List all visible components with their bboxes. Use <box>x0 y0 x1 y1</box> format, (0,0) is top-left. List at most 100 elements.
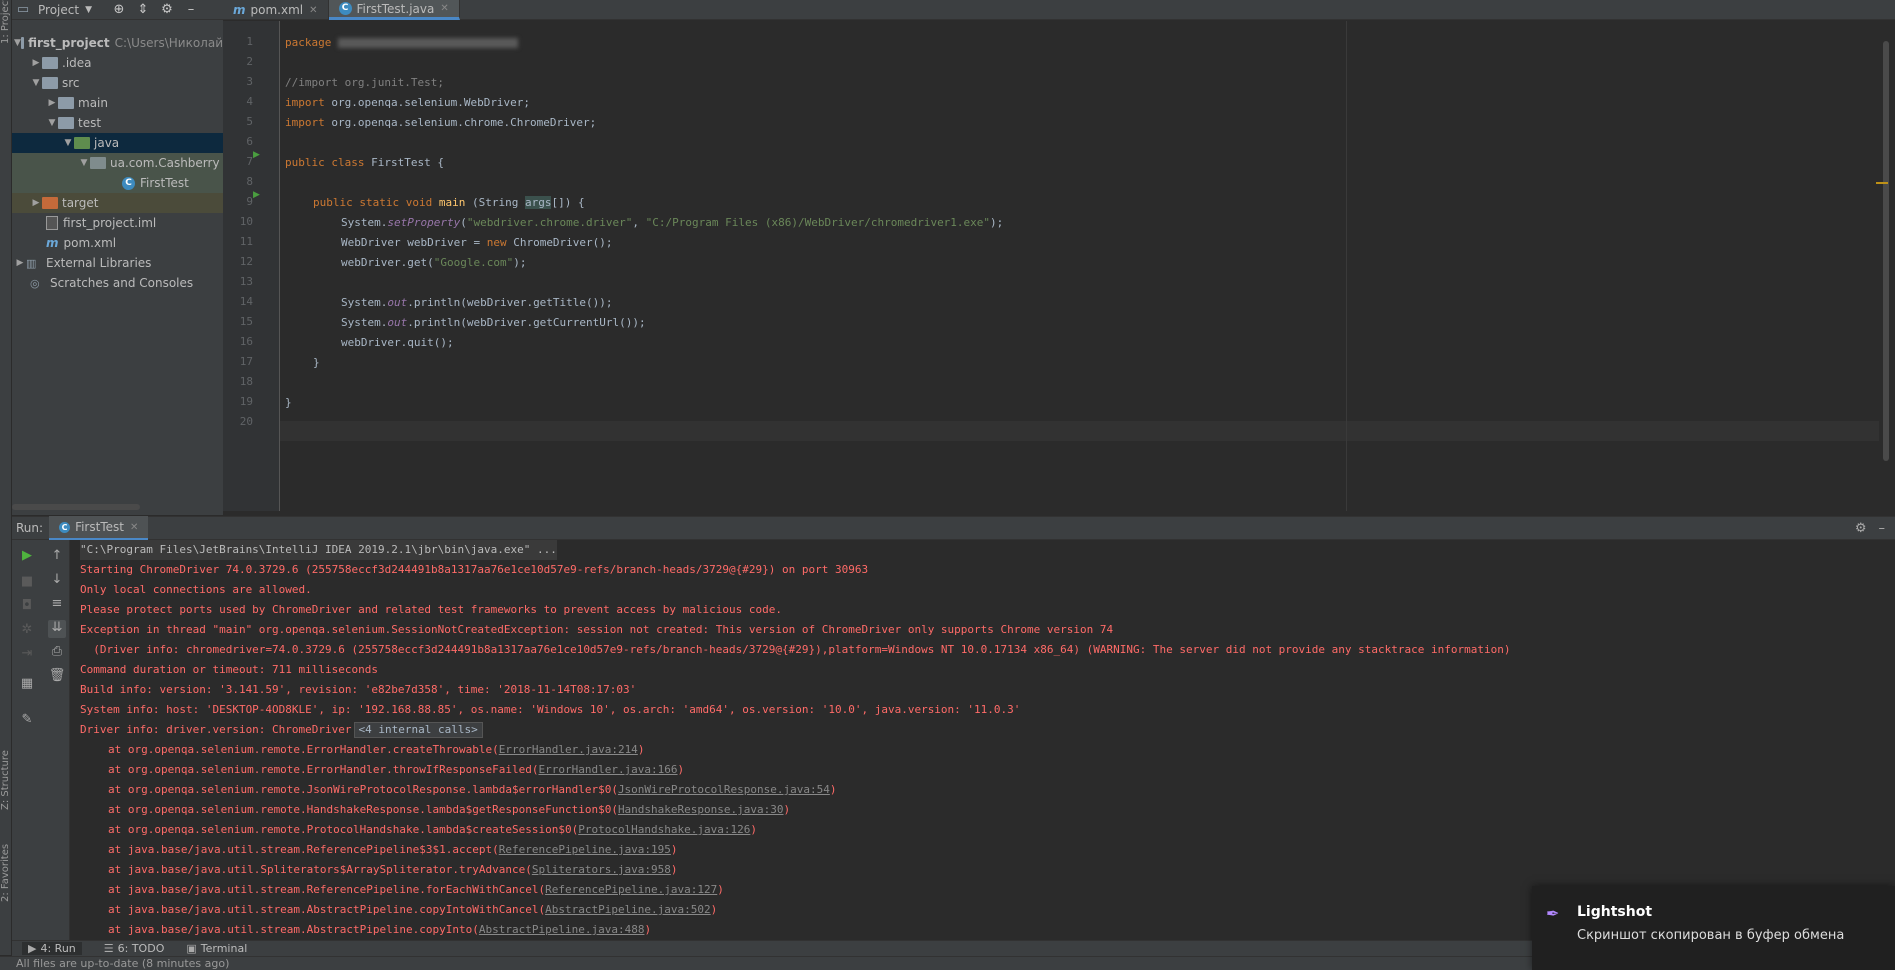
tab-label: pom.xml <box>250 3 304 17</box>
tree-item-firsttest[interactable]: C FirstTest <box>12 173 223 193</box>
run-gutter-icon[interactable]: ▶ <box>253 190 260 200</box>
tree-item-target[interactable]: ▶ target <box>12 193 223 213</box>
print-icon[interactable]: ⎙ <box>48 644 66 662</box>
source-link[interactable]: ErrorHandler.java:214 <box>499 743 638 756</box>
source-link[interactable]: JsonWireProtocolResponse.java:54 <box>618 783 830 796</box>
locate-icon[interactable]: ⊕ <box>110 2 128 17</box>
rerun-icon[interactable]: ▶ <box>18 548 36 566</box>
gear-icon[interactable]: ⚙ <box>1855 521 1867 536</box>
folder-icon <box>58 117 74 129</box>
close-icon[interactable]: ✕ <box>440 3 448 14</box>
source-link[interactable]: HandshakeResponse.java:30 <box>618 803 784 816</box>
tree-item-label: FirstTest <box>140 176 189 190</box>
tree-item-label: first_project <box>28 36 110 50</box>
chevron-down-icon[interactable]: ▼ <box>62 138 74 148</box>
tree-item-test[interactable]: ▼ test <box>12 113 223 133</box>
run-gutter-icon[interactable]: ▶ <box>253 150 260 160</box>
source-link[interactable]: AbstractPipeline.java:502 <box>545 903 711 916</box>
line-number: 6 <box>246 135 253 148</box>
code-line-1: package <box>285 33 518 53</box>
project-view-selector[interactable]: Project <box>38 3 79 17</box>
warning-marker[interactable] <box>1876 182 1888 184</box>
source-link[interactable]: ReferencePipeline.java:195 <box>499 843 671 856</box>
project-panel: ▭ Project ▼ ⊕ ⇕ ⚙ – ▼ first_project C:\U… <box>12 0 223 515</box>
chevron-right-icon[interactable]: ▶ <box>30 198 42 208</box>
minimize-icon[interactable]: – <box>1879 521 1886 536</box>
line-number: 10 <box>239 215 253 228</box>
tree-item-scratches[interactable]: ◎ Scratches and Consoles <box>12 273 223 293</box>
tree-item-first-project[interactable]: ▼ first_project C:\Users\Николай <box>12 33 223 53</box>
tab-label: FirstTest.java <box>356 1 435 16</box>
arrow-up-icon[interactable]: ↑ <box>48 548 66 566</box>
tree-item-label: java <box>94 136 120 150</box>
code-line-5: import org.openqa.selenium.chrome.Chrome… <box>285 116 597 129</box>
code-line-12: webDriver.get("Google.com"); <box>341 256 527 269</box>
internal-calls-fold[interactable]: <4 internal calls> <box>353 722 483 738</box>
close-icon[interactable]: ✕ <box>309 5 317 16</box>
tree-item-package[interactable]: ▼ ua.com.Cashberry <box>12 153 223 173</box>
tab-pom-xml[interactable]: m pom.xml ✕ <box>223 0 329 20</box>
maven-icon: m <box>233 3 246 17</box>
source-link[interactable]: ReferencePipeline.java:127 <box>545 883 717 896</box>
source-link[interactable]: ProtocolHandshake.java:126 <box>578 823 750 836</box>
arrow-down-icon[interactable]: ↓ <box>48 572 66 590</box>
project-tool-tab[interactable]: 1: Project <box>0 0 12 44</box>
line-number: 2 <box>246 55 253 68</box>
tree-item-main[interactable]: ▶ main <box>12 93 223 113</box>
layout-icon[interactable]: ▦ <box>18 676 36 694</box>
source-link[interactable]: ErrorHandler.java:166 <box>538 763 677 776</box>
tab-todo[interactable]: ☰ 6: TODO <box>104 942 165 955</box>
tree-item-pom[interactable]: m pom.xml <box>12 233 223 253</box>
tree-item-label: first_project.iml <box>63 216 157 230</box>
soft-wrap-icon[interactable]: ≡ <box>48 596 66 614</box>
hide-icon[interactable]: – <box>182 2 200 17</box>
code-editor[interactable]: 1 2 3 4 5 6 7 8 9 10 11 12 13 14 15 16 17 18 19 20 ▶ ▶ pack… <box>223 21 1895 511</box>
camera-icon[interactable]: ◘ <box>18 598 36 616</box>
run-toolbar-primary: ▶ ■ ◘ ✲ ⇥ ▦ ✎ <box>12 540 42 940</box>
excluded-folder-icon <box>42 197 58 209</box>
tree-item-idea[interactable]: ▶ .idea <box>12 53 223 73</box>
tab-run-firsttest[interactable]: C FirstTest ✕ <box>49 516 149 540</box>
tree-item-iml[interactable]: first_project.iml <box>12 213 223 233</box>
gear-icon[interactable]: ⚙ <box>158 2 176 17</box>
collapse-all-icon[interactable]: ⇕ <box>134 2 152 17</box>
chevron-right-icon[interactable]: ▶ <box>30 58 42 68</box>
line-number: 7 <box>246 155 253 168</box>
tab-label: FirstTest <box>75 520 124 534</box>
source-link[interactable]: Spliterators.java:958 <box>532 863 671 876</box>
trash-icon[interactable]: 🗑 <box>48 668 66 686</box>
console-line: Exception in thread "main" org.openqa.se… <box>80 623 1114 636</box>
chevron-down-icon[interactable]: ▼ <box>85 5 92 15</box>
chevron-down-icon[interactable]: ▼ <box>78 158 90 168</box>
tab-terminal[interactable]: ▣ Terminal <box>186 942 247 955</box>
tab-firsttest-java[interactable]: C FirstTest.java ✕ <box>328 0 460 20</box>
lightshot-notification[interactable]: ✒ Lightshot Скриншот скопирован в буфер … <box>1532 886 1895 970</box>
tree-item-java[interactable]: ▼ java <box>12 133 223 153</box>
stop-icon[interactable]: ■ <box>18 574 36 592</box>
chevron-down-icon[interactable]: ▼ <box>46 118 58 128</box>
code-line-7: public class FirstTest { <box>285 156 444 169</box>
chevron-right-icon[interactable]: ▶ <box>14 258 26 268</box>
chevron-down-icon[interactable]: ▼ <box>14 38 21 48</box>
left-tool-strip: 1: Project Z: Structure 2: Favorites <box>0 0 12 955</box>
exit-icon[interactable]: ⇥ <box>18 646 36 664</box>
scrollbar-thumb[interactable] <box>1883 41 1889 461</box>
debug-icon[interactable]: ✲ <box>18 622 36 640</box>
source-link[interactable]: AbstractPipeline.java:488 <box>479 923 645 936</box>
tree-item-external-libraries[interactable]: ▶ ▥ External Libraries <box>12 253 223 273</box>
scroll-to-end-icon[interactable]: ⇊ <box>48 620 66 638</box>
close-icon[interactable]: ✕ <box>130 522 138 533</box>
chevron-down-icon[interactable]: ▼ <box>30 78 42 88</box>
pin-icon[interactable]: ✎ <box>18 712 36 730</box>
run-console[interactable]: "C:\Program Files\JetBrains\IntelliJ IDE… <box>70 540 1895 940</box>
code-line-17: } <box>313 356 320 369</box>
structure-tool-tab[interactable]: Z: Structure <box>0 750 12 810</box>
favorites-tool-tab[interactable]: 2: Favorites <box>0 840 12 902</box>
code-line-16: webDriver.quit(); <box>341 336 454 349</box>
editor-vertical-scrollbar[interactable] <box>1879 21 1893 511</box>
maven-icon: m <box>46 236 59 250</box>
tree-item-src[interactable]: ▼ src <box>12 73 223 93</box>
project-horizontal-scrollbar[interactable] <box>12 504 140 510</box>
tab-run[interactable]: ▶ 4: Run <box>22 942 82 955</box>
chevron-right-icon[interactable]: ▶ <box>46 98 58 108</box>
